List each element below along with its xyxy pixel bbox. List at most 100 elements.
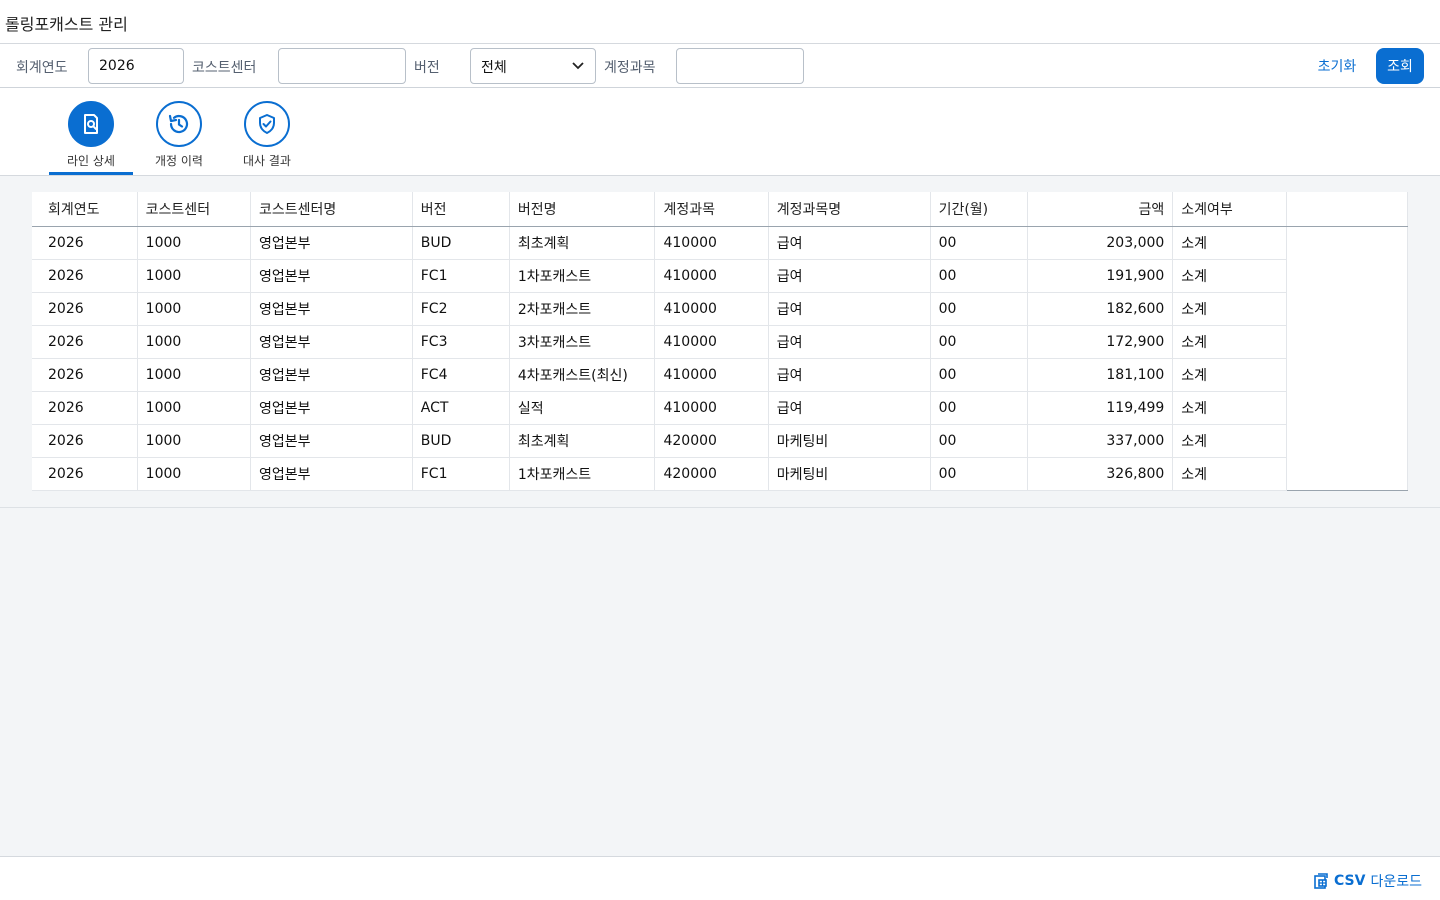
active-tab-indicator [49,172,133,175]
tab-revision-history[interactable]: 개정 이력 [135,101,223,175]
forecast-table: 회계연도 코스트센터 코스트센터명 버전 버전명 계정과목 계정과목명 기간(월… [32,192,1409,491]
version-label: 버전 [414,60,440,76]
table-row[interactable]: 2026 1000 영업본부 FC3 3차포캐스트 410000 급여 00 172,900 소계 [32,325,1409,359]
cell-amount: 337,000 [1027,424,1174,458]
cell-period: 00 [930,292,1028,326]
history-icon [168,114,189,134]
cell-period: 00 [930,358,1028,392]
cell-fiscal-year: 2026 [32,226,138,260]
data-table: 회계연도 코스트센터 코스트센터명 버전 버전명 계정과목 계정과목명 기간(월… [32,192,1409,491]
cell-account: 410000 [654,325,769,359]
cell-fiscal-year: 2026 [32,391,138,425]
reset-button[interactable]: 초기화 [1308,50,1366,82]
column-header[interactable]: 계정과목명 [768,192,931,227]
cell-amount: 203,000 [1027,226,1174,260]
page-title: 롤링포캐스트 관리 [5,15,128,34]
tab-label-line-detail: 라인 상세 [67,154,115,168]
cell-version: FC1 [412,457,510,491]
cell-fiscal-year: 2026 [32,424,138,458]
search-button[interactable]: 조회 [1376,48,1424,84]
table-row[interactable]: 2026 1000 영업본부 FC1 1차포캐스트 420000 마케팅비 00 326,800… [32,457,1409,491]
table-row[interactable]: 2026 1000 영업본부 ACT 실적 410000 급여 00 119,499 소계 [32,391,1409,425]
fiscal-year-input[interactable]: 2026 [88,48,184,84]
cell-cost-center-name: 영업본부 [250,391,413,425]
cell-period: 00 [930,391,1028,425]
table-header-row: 회계연도 코스트센터 코스트센터명 버전 버전명 계정과목 계정과목명 기간(월… [32,192,1409,227]
cell-fiscal-year: 2026 [32,358,138,392]
cell-cost-center: 1000 [137,259,251,293]
column-header[interactable]: 코스트센터 [137,192,251,227]
table-row[interactable]: 2026 1000 영업본부 FC2 2차포캐스트 410000 급여 00 182,600 소계 [32,292,1409,326]
cell-period: 00 [930,325,1028,359]
table-row[interactable]: 2026 1000 영업본부 BUD 최초계획 410000 급여 00 203,000 소계 [32,226,1409,260]
cell-version-name: 실적 [509,391,656,425]
cell-subtotal-flag: 소계 [1172,391,1287,425]
cell-fiscal-year: 2026 [32,259,138,293]
cell-amount: 181,100 [1027,358,1174,392]
cell-cost-center-name: 영업본부 [250,424,413,458]
csv-label: CSV [1334,873,1366,889]
csv-download-button[interactable]: CSV 다운로드 [1313,871,1422,891]
cell-period: 00 [930,457,1028,491]
cell-account-name: 급여 [768,259,931,293]
cell-version: FC3 [412,325,510,359]
cell-cost-center-name: 영업본부 [250,259,413,293]
cell-version-name: 최초계획 [509,226,656,260]
row-filler [1285,325,1409,358]
cell-amount: 326,800 [1027,457,1174,491]
cell-cost-center: 1000 [137,457,251,491]
cell-version-name: 1차포캐스트 [509,457,656,491]
column-header[interactable]: 기간(월) [930,192,1028,227]
cell-account-name: 마케팅비 [768,457,931,491]
cell-account: 410000 [654,391,769,425]
shield-check-icon [259,114,275,134]
column-header-filler [1285,192,1409,227]
version-select[interactable]: 전체 [470,48,596,84]
column-header[interactable]: 코스트센터명 [250,192,413,227]
chevron-down-icon [572,62,584,70]
tab-reconciliation-result[interactable]: 대사 결과 [223,101,311,175]
row-filler [1285,259,1409,292]
cell-cost-center-name: 영업본부 [250,457,413,491]
cell-account-name: 급여 [768,226,931,260]
cell-amount: 119,499 [1027,391,1174,425]
row-filler [1285,457,1409,490]
column-header[interactable]: 소계여부 [1172,192,1287,227]
column-header[interactable]: 계정과목 [654,192,769,227]
content-divider [0,507,1440,508]
cell-cost-center: 1000 [137,226,251,260]
tab-label-reconciliation-result: 대사 결과 [243,154,291,168]
cell-account: 410000 [654,358,769,392]
version-select-value: 전체 [481,60,507,76]
cell-version-name: 3차포캐스트 [509,325,656,359]
cell-cost-center-name: 영업본부 [250,358,413,392]
account-input[interactable] [676,48,804,84]
cost-center-label: 코스트센터 [192,60,257,76]
cost-center-input[interactable] [278,48,406,84]
column-header[interactable]: 버전명 [509,192,656,227]
cell-cost-center: 1000 [137,424,251,458]
cell-account-name: 급여 [768,325,931,359]
column-header[interactable]: 회계연도 [32,192,138,227]
column-header[interactable]: 금액 [1027,192,1174,227]
cell-account-name: 급여 [768,391,931,425]
filter-bar: 회계연도 2026 코스트센터 버전 전체 계정과목 초기화 조회 [0,44,1440,88]
cell-account: 410000 [654,226,769,260]
tab-line-detail[interactable]: 라인 상세 [47,101,135,175]
cell-period: 00 [930,259,1028,293]
column-header[interactable]: 버전 [412,192,510,227]
cell-account-name: 마케팅비 [768,424,931,458]
table-row[interactable]: 2026 1000 영업본부 FC1 1차포캐스트 410000 급여 00 191,900 소계 [32,259,1409,293]
document-search-icon [84,114,98,134]
cell-fiscal-year: 2026 [32,457,138,491]
cell-cost-center-name: 영업본부 [250,292,413,326]
cell-version: FC2 [412,292,510,326]
cell-amount: 191,900 [1027,259,1174,293]
cell-subtotal-flag: 소계 [1172,325,1287,359]
account-label: 계정과목 [604,60,656,76]
fiscal-year-label: 회계연도 [16,60,68,76]
cell-cost-center: 1000 [137,358,251,392]
table-row[interactable]: 2026 1000 영업본부 BUD 최초계획 420000 마케팅비 00 337,000 소계 [32,424,1409,458]
tab-icon-wrap [156,101,202,147]
table-row[interactable]: 2026 1000 영업본부 FC4 4차포캐스트(최신) 410000 급여 00 181,1… [32,358,1409,392]
